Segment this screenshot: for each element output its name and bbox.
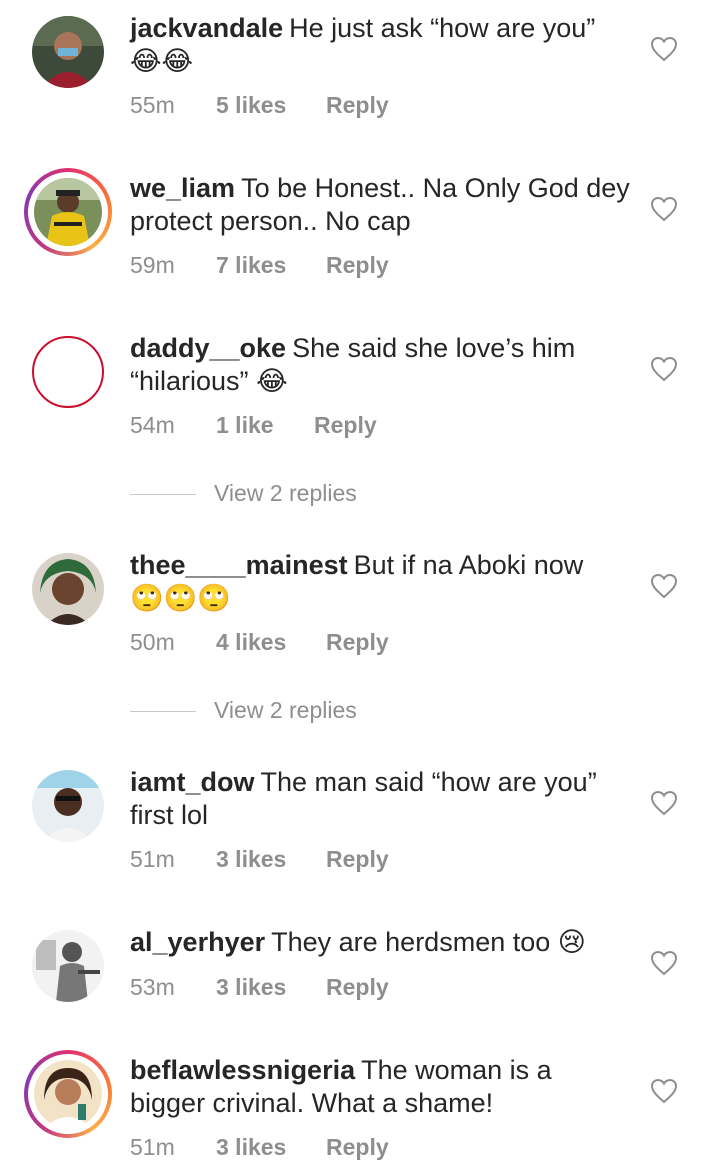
comment-username[interactable]: beflawlessnigeria	[130, 1055, 355, 1085]
comment-likes[interactable]: 1 like	[216, 412, 314, 439]
avatar[interactable]	[24, 8, 112, 96]
comment-username[interactable]: thee____mainest	[130, 550, 348, 580]
comment-text: thee____mainest But if na Aboki now 🙄🙄🙄	[130, 549, 630, 615]
comment-username[interactable]: jackvandale	[130, 13, 283, 43]
avatar-photo	[32, 553, 104, 625]
heart-outline-icon[interactable]	[650, 950, 678, 976]
comment-text: iamt_dow The man said “how are you” first…	[130, 766, 630, 832]
comment-meta: 55m 5 likes Reply	[130, 92, 389, 119]
avatar[interactable]	[24, 168, 112, 256]
comment-likes[interactable]: 3 likes	[216, 974, 326, 1001]
divider	[130, 711, 196, 712]
avatar[interactable]	[24, 545, 112, 633]
reply-button[interactable]: Reply	[326, 1134, 389, 1161]
comment-text: jackvandale He just ask “how are you” 😂😂	[130, 12, 630, 78]
comment-body: But if na Aboki now	[353, 550, 584, 580]
eye-roll-emoji-icon: 🙄🙄🙄	[130, 583, 231, 614]
comment-meta: 51m 3 likes Reply	[130, 846, 389, 873]
laughing-emoji-icon: 😂	[256, 366, 288, 397]
comment-meta: 53m 3 likes Reply	[130, 974, 389, 1001]
comment-username[interactable]: we_liam	[130, 173, 235, 203]
divider	[130, 494, 196, 495]
comment-meta: 51m 3 likes Reply	[130, 1134, 389, 1161]
avatar[interactable]	[24, 762, 112, 850]
comment-likes[interactable]: 5 likes	[216, 92, 326, 119]
comment-likes[interactable]: 3 likes	[216, 1134, 326, 1161]
view-replies-button[interactable]: View 2 replies	[130, 480, 530, 510]
heart-outline-icon[interactable]	[650, 196, 678, 222]
avatar-photo	[32, 336, 104, 408]
reply-button[interactable]: Reply	[326, 92, 389, 119]
view-replies-label[interactable]: View 2 replies	[214, 480, 357, 507]
reply-button[interactable]: Reply	[326, 846, 389, 873]
laughing-emoji-icon: 😂😂	[130, 46, 194, 77]
view-replies-button[interactable]: View 2 replies	[130, 697, 530, 727]
comment-username[interactable]: iamt_dow	[130, 767, 255, 797]
comment-text: we_liam To be Honest.. Na Only God dey pr…	[130, 172, 630, 238]
comment-text: al_yerhyer They are herdsmen too 😢	[130, 926, 630, 959]
comment-meta: 50m 4 likes Reply	[130, 629, 389, 656]
comment-username[interactable]: al_yerhyer	[130, 927, 265, 957]
heart-outline-icon[interactable]	[650, 573, 678, 599]
comment-body: He just ask “how are you”	[289, 13, 596, 43]
comment-text: daddy__oke She said she love’s him “hilar…	[130, 332, 630, 398]
reply-button[interactable]: Reply	[314, 412, 377, 439]
avatar[interactable]	[24, 922, 112, 1010]
avatar-photo	[32, 930, 104, 1002]
comment-time: 59m	[130, 252, 175, 278]
comment-likes[interactable]: 7 likes	[216, 252, 326, 279]
reply-button[interactable]: Reply	[326, 252, 389, 279]
avatar-photo	[34, 178, 102, 246]
comment-time: 54m	[130, 412, 175, 438]
avatar-photo	[34, 1060, 102, 1128]
heart-outline-icon[interactable]	[650, 1078, 678, 1104]
comment-meta: 59m 7 likes Reply	[130, 252, 389, 279]
comment-username[interactable]: daddy__oke	[130, 333, 286, 363]
comment-time: 51m	[130, 1134, 175, 1160]
crying-emoji-icon: 😢	[557, 927, 586, 958]
comment-time: 53m	[130, 974, 175, 1000]
reply-button[interactable]: Reply	[326, 974, 389, 1001]
avatar[interactable]	[24, 328, 112, 416]
comment-likes[interactable]: 3 likes	[216, 846, 326, 873]
avatar[interactable]	[24, 1050, 112, 1138]
comment-text: beflawlessnigeria The woman is a bigger c…	[130, 1054, 630, 1120]
comment-body: They are herdsmen too	[271, 927, 551, 957]
heart-outline-icon[interactable]	[650, 356, 678, 382]
heart-outline-icon[interactable]	[650, 790, 678, 816]
comment-meta: 54m 1 like Reply	[130, 412, 377, 439]
reply-button[interactable]: Reply	[326, 629, 389, 656]
view-replies-label[interactable]: View 2 replies	[214, 697, 357, 724]
comment-likes[interactable]: 4 likes	[216, 629, 326, 656]
avatar-photo	[32, 770, 104, 842]
comment-time: 55m	[130, 92, 175, 118]
comment-time: 51m	[130, 846, 175, 872]
comment-time: 50m	[130, 629, 175, 655]
avatar-photo	[32, 16, 104, 88]
heart-outline-icon[interactable]	[650, 36, 678, 62]
